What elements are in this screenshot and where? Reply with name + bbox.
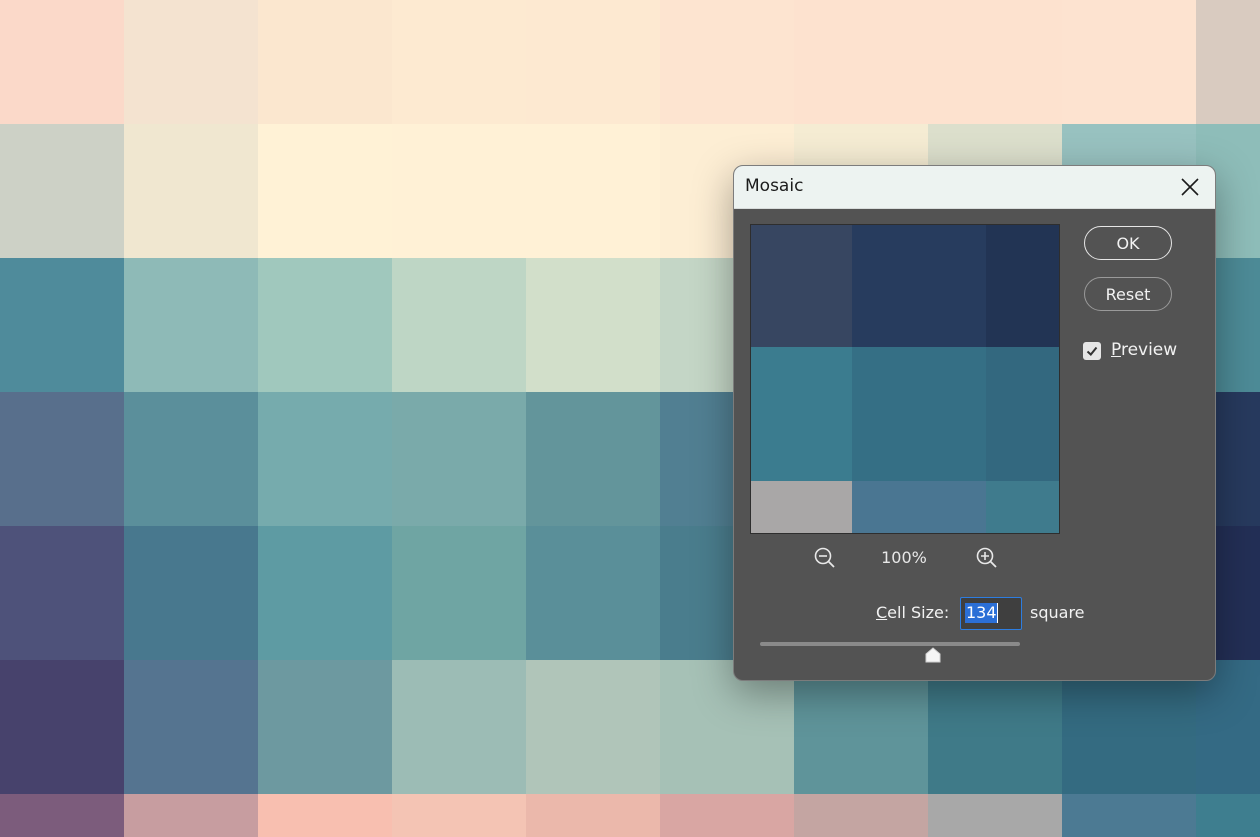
mosaic-tile	[526, 794, 660, 837]
close-icon	[1181, 178, 1199, 196]
mosaic-tile	[1196, 0, 1260, 124]
mosaic-tile	[258, 794, 392, 837]
preview-tile	[751, 225, 852, 347]
mosaic-tile	[392, 0, 526, 124]
mosaic-tile	[392, 258, 526, 392]
mosaic-tile	[526, 124, 660, 258]
mosaic-tile	[526, 526, 660, 660]
mosaic-tile	[392, 794, 526, 837]
close-button[interactable]	[1175, 172, 1205, 202]
slider-thumb[interactable]	[925, 647, 941, 663]
mosaic-tile	[124, 124, 258, 258]
mosaic-tile	[258, 258, 392, 392]
mosaic-tile	[928, 794, 1062, 837]
reset-button[interactable]: Reset	[1084, 277, 1172, 311]
preview-tile	[986, 225, 1059, 347]
preview-tile	[852, 481, 986, 533]
mosaic-tile	[258, 124, 392, 258]
checkmark-icon	[1086, 346, 1098, 356]
mosaic-tile	[0, 258, 124, 392]
dialog-titlebar[interactable]: Mosaic	[734, 166, 1215, 209]
mosaic-tile	[526, 258, 660, 392]
preview-checkbox[interactable]	[1083, 342, 1101, 360]
preview-tile	[986, 481, 1059, 533]
mosaic-tile	[0, 392, 124, 526]
mosaic-tile	[0, 660, 124, 794]
mosaic-tile	[392, 526, 526, 660]
mosaic-tile	[392, 392, 526, 526]
preview-tile	[751, 481, 852, 533]
mosaic-tile	[1062, 0, 1196, 124]
mosaic-tile	[1062, 794, 1196, 837]
mosaic-tile	[660, 794, 794, 837]
mosaic-tile	[0, 526, 124, 660]
mosaic-tile	[258, 526, 392, 660]
mosaic-tile	[124, 258, 258, 392]
mosaic-tile	[124, 392, 258, 526]
zoom-out-button[interactable]	[813, 546, 837, 570]
ok-button[interactable]: OK	[1084, 226, 1172, 260]
cell-size-slider[interactable]	[760, 642, 1020, 646]
mosaic-tile	[0, 0, 124, 124]
mosaic-tile	[124, 0, 258, 124]
mosaic-tile	[526, 0, 660, 124]
filter-preview[interactable]	[750, 224, 1060, 534]
mosaic-tile	[392, 660, 526, 794]
mosaic-tile	[928, 0, 1062, 124]
mosaic-tile	[392, 124, 526, 258]
preview-label[interactable]: Preview	[1111, 340, 1177, 360]
zoom-level: 100%	[881, 548, 927, 567]
preview-tile	[852, 347, 986, 481]
mosaic-tile	[124, 660, 258, 794]
mosaic-dialog: Mosaic 100% OK Reset Preview Cell Size: …	[733, 165, 1216, 681]
mosaic-tile	[1196, 794, 1260, 837]
mosaic-tile	[794, 794, 928, 837]
mosaic-tile	[660, 0, 794, 124]
mosaic-tile	[0, 794, 124, 837]
cell-size-label: Cell Size:	[876, 603, 950, 622]
mosaic-tile	[258, 0, 392, 124]
preview-tile	[751, 347, 852, 481]
mosaic-tile	[526, 660, 660, 794]
mosaic-tile	[258, 660, 392, 794]
mosaic-tile	[124, 794, 258, 837]
zoom-out-icon	[814, 547, 835, 568]
mosaic-tile	[258, 392, 392, 526]
cell-size-unit: square	[1030, 603, 1085, 622]
mosaic-tile	[0, 124, 124, 258]
text-caret	[997, 603, 998, 623]
dialog-title: Mosaic	[745, 176, 804, 196]
zoom-in-icon	[976, 547, 997, 568]
cell-size-input[interactable]: 134	[960, 597, 1022, 630]
zoom-in-button[interactable]	[975, 546, 999, 570]
preview-tile	[852, 225, 986, 347]
mosaic-tile	[124, 526, 258, 660]
slider-thumb-icon	[925, 647, 941, 663]
mosaic-tile	[794, 0, 928, 124]
cell-size-value: 134	[965, 603, 998, 623]
mosaic-tile	[526, 392, 660, 526]
preview-tile	[986, 347, 1059, 481]
